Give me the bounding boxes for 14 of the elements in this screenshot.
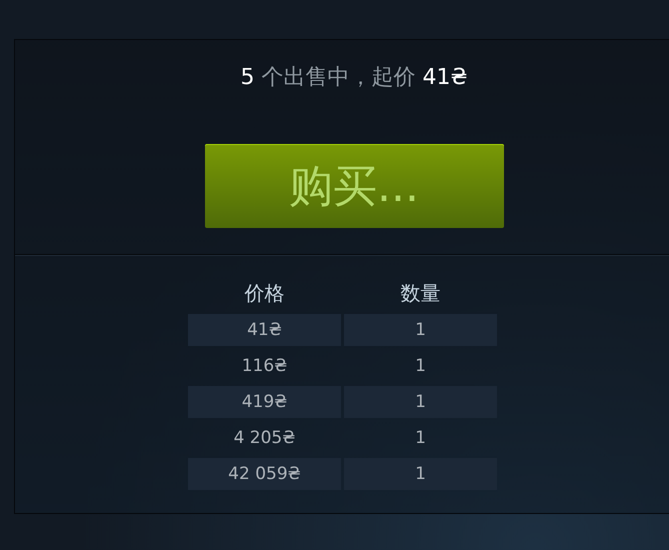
column-header: 数量: [400, 280, 440, 307]
quantity-cell: 1: [344, 314, 497, 346]
column-header: 价格: [244, 280, 284, 307]
price-cell: 42 059₴: [188, 458, 341, 490]
price-cell: 41₴: [188, 314, 341, 346]
quantity-cell: 1: [344, 386, 497, 418]
price-cell-text: 116₴: [240, 355, 288, 378]
quantity-cell-text: 1: [414, 355, 427, 378]
buy-button[interactable]: 购买...: [204, 144, 504, 228]
quantity-cell-text: 1: [414, 427, 427, 450]
quantity-cell: 1: [344, 458, 497, 490]
listing-summary: 5 个出售中，起价 41₴: [240, 64, 468, 92]
price-cell: 419₴: [188, 386, 341, 418]
price-cell-text: 4 205₴: [232, 427, 296, 450]
